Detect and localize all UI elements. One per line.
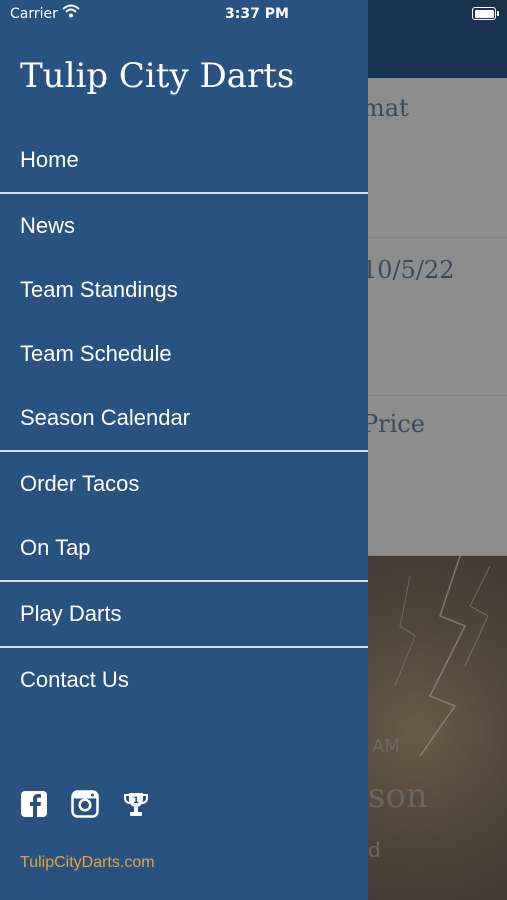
list-item-title: mat bbox=[362, 94, 409, 122]
list-item-title: Price bbox=[362, 410, 425, 438]
hero-title: son bbox=[368, 776, 428, 816]
menu-item-home[interactable]: Home bbox=[0, 128, 368, 192]
menu-item-season-calendar[interactable]: Season Calendar bbox=[0, 386, 368, 450]
list-item-title: 10/5/22 bbox=[362, 256, 455, 284]
battery-icon bbox=[472, 7, 499, 20]
menu-item-team-standings[interactable]: Team Standings bbox=[0, 258, 368, 322]
lightning-graphic bbox=[394, 556, 491, 756]
menu-item-news[interactable]: News bbox=[0, 194, 368, 258]
menu-item-team-schedule[interactable]: Team Schedule bbox=[0, 322, 368, 386]
menu-item-order-tacos[interactable]: Order Tacos bbox=[0, 452, 368, 516]
carrier-label: Carrier bbox=[10, 6, 58, 22]
trophy-icon[interactable]: 1 bbox=[122, 790, 150, 818]
facebook-icon[interactable] bbox=[20, 790, 48, 818]
hero-subtitle: d bbox=[368, 838, 381, 862]
website-link[interactable]: TulipCityDarts.com bbox=[20, 854, 155, 872]
menu-item-contact-us[interactable]: Contact Us bbox=[0, 648, 368, 712]
social-links: 1 bbox=[20, 790, 150, 818]
hero-small-text: AM bbox=[372, 736, 400, 757]
menu-item-on-tap[interactable]: On Tap bbox=[0, 516, 368, 580]
drawer-title: Tulip City Darts bbox=[20, 56, 295, 96]
wifi-icon bbox=[62, 4, 80, 18]
instagram-icon[interactable] bbox=[71, 790, 99, 818]
svg-text:1: 1 bbox=[133, 796, 139, 806]
menu-item-play-darts[interactable]: Play Darts bbox=[0, 582, 368, 646]
drawer-menu: Home News Team Standings Team Schedule S… bbox=[0, 128, 368, 712]
status-bar: Carrier 3:37 PM bbox=[0, 0, 507, 28]
side-drawer: Tulip City Darts Home News Team Standing… bbox=[0, 0, 368, 900]
status-time: 3:37 PM bbox=[225, 6, 289, 22]
